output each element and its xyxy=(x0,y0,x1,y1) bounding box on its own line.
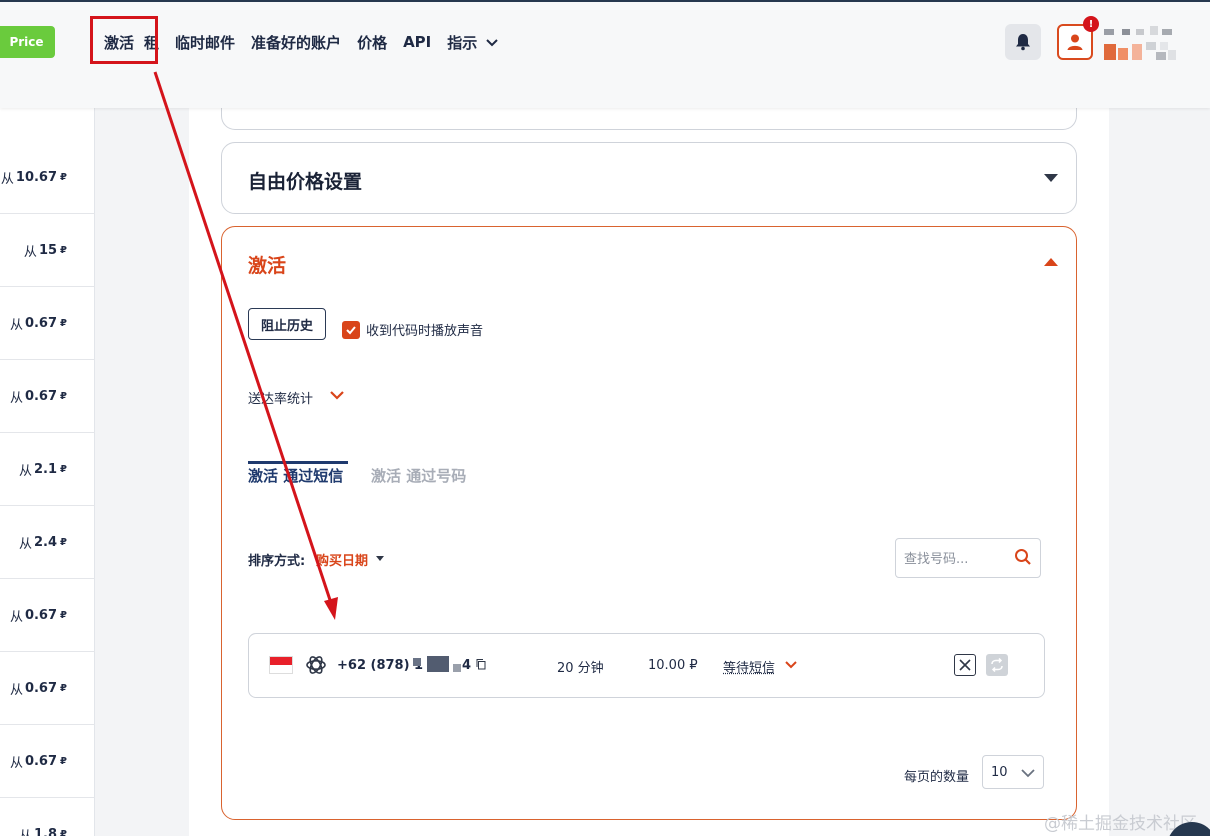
free-price-title: 自由价格设置 xyxy=(248,167,362,194)
number-search xyxy=(895,538,1041,578)
close-icon xyxy=(958,658,972,672)
main-nav: 激活 租 临时邮件 准备好的账户 价格 API 指示 xyxy=(104,30,499,54)
search-icon[interactable] xyxy=(1014,548,1032,566)
annotation-highlight-box xyxy=(90,16,158,64)
pixelated-username xyxy=(1104,26,1176,62)
chevron-down-icon[interactable] xyxy=(485,35,499,49)
number-row: +62 (878) 1 4 20 分钟 10.00 ₽ 等待短信 xyxy=(248,633,1045,698)
tab-activation-number[interactable]: 激活 通过号码 xyxy=(371,465,466,486)
nav-temp-mail[interactable]: 临时邮件 xyxy=(175,32,235,53)
notifications-button[interactable] xyxy=(1005,24,1041,60)
price-button[interactable]: Price xyxy=(0,26,55,58)
price-row[interactable]: 从 0.67 ₽ xyxy=(0,579,95,652)
phone-number-end: 4 xyxy=(462,658,471,673)
free-price-accordion[interactable]: 自由价格设置 xyxy=(221,142,1077,214)
service-price-column: 从 10.67 ₽ 从 15 ₽ 从 0.67 ₽ 从 0.67 ₽ 从 2.1 ₽ 从 2.4 ₽ 从… xyxy=(0,108,95,836)
caret-down-icon[interactable] xyxy=(376,556,384,561)
bell-icon xyxy=(1015,33,1031,51)
duration: 20 分钟 xyxy=(557,657,604,676)
pixelated-digits xyxy=(427,656,449,672)
nav-api[interactable]: API xyxy=(403,33,431,51)
sort-label: 排序方式: xyxy=(248,550,305,569)
per-page-select[interactable]: 10 xyxy=(982,755,1044,789)
sound-checkbox[interactable] xyxy=(342,321,360,339)
nav-prices[interactable]: 价格 xyxy=(357,32,387,53)
pixelated-digits xyxy=(453,664,461,672)
price-row[interactable]: 从 0.67 ₽ xyxy=(0,652,95,725)
search-input[interactable] xyxy=(904,549,1004,569)
top-header: Price 激活 租 临时邮件 准备好的账户 价格 API 指示 ! xyxy=(0,0,1210,108)
block-history-button[interactable]: 阻止历史 xyxy=(248,308,326,340)
price-row[interactable]: 从 0.67 ₽ xyxy=(0,360,95,433)
price-row[interactable]: 从 15 ₽ xyxy=(0,214,95,287)
user-icon xyxy=(1066,33,1084,51)
caret-up-icon[interactable] xyxy=(1044,258,1058,266)
price-row[interactable]: 从 2.1 ₽ xyxy=(0,433,95,506)
status-dropdown[interactable]: 等待短信 xyxy=(723,657,775,676)
sort-dropdown[interactable]: 购买日期 xyxy=(316,550,368,569)
per-page-value: 10 xyxy=(991,765,1008,780)
chevron-down-icon[interactable] xyxy=(329,388,345,402)
caret-down-icon[interactable] xyxy=(1044,174,1058,182)
amount: 10.00 ₽ xyxy=(648,658,698,673)
tab-activation-sms[interactable]: 激活 通过短信 xyxy=(248,465,343,490)
price-row[interactable]: 从 0.67 ₽ xyxy=(0,725,95,798)
activation-accordion: 激活 阻止历史 收到代码时播放声音 送达率统计 激活 通过短信 激活 通过号码 … xyxy=(221,226,1077,820)
chevron-down-icon xyxy=(1021,767,1035,779)
repeat-button[interactable] xyxy=(986,654,1008,676)
sound-checkbox-label[interactable]: 收到代码时播放声音 xyxy=(366,320,483,339)
nav-ready-accounts[interactable]: 准备好的账户 xyxy=(251,32,341,53)
delivery-stats-toggle[interactable]: 送达率统计 xyxy=(248,388,313,407)
indonesia-flag-icon xyxy=(269,656,293,674)
openai-icon xyxy=(305,654,327,676)
pixelated-digits xyxy=(413,658,421,666)
price-row[interactable]: 从 10.67 ₽ xyxy=(0,141,95,214)
notification-badge: ! xyxy=(1083,16,1099,32)
activation-title[interactable]: 激活 xyxy=(248,251,286,278)
price-row[interactable]: 从 0.67 ₽ xyxy=(0,287,95,360)
phone-number-start: +62 (878) 1 xyxy=(337,658,423,673)
copy-icon[interactable] xyxy=(475,658,487,670)
repeat-icon xyxy=(990,658,1004,672)
check-icon xyxy=(345,324,357,336)
cancel-button[interactable] xyxy=(954,654,976,676)
nav-instructions[interactable]: 指示 xyxy=(447,32,477,53)
price-row[interactable]: 从 2.4 ₽ xyxy=(0,506,95,579)
chevron-down-icon[interactable] xyxy=(785,660,797,670)
active-tab-indicator xyxy=(248,461,348,464)
price-row[interactable]: 从1.8₽ xyxy=(0,798,95,836)
per-page-label: 每页的数量 xyxy=(904,766,969,785)
